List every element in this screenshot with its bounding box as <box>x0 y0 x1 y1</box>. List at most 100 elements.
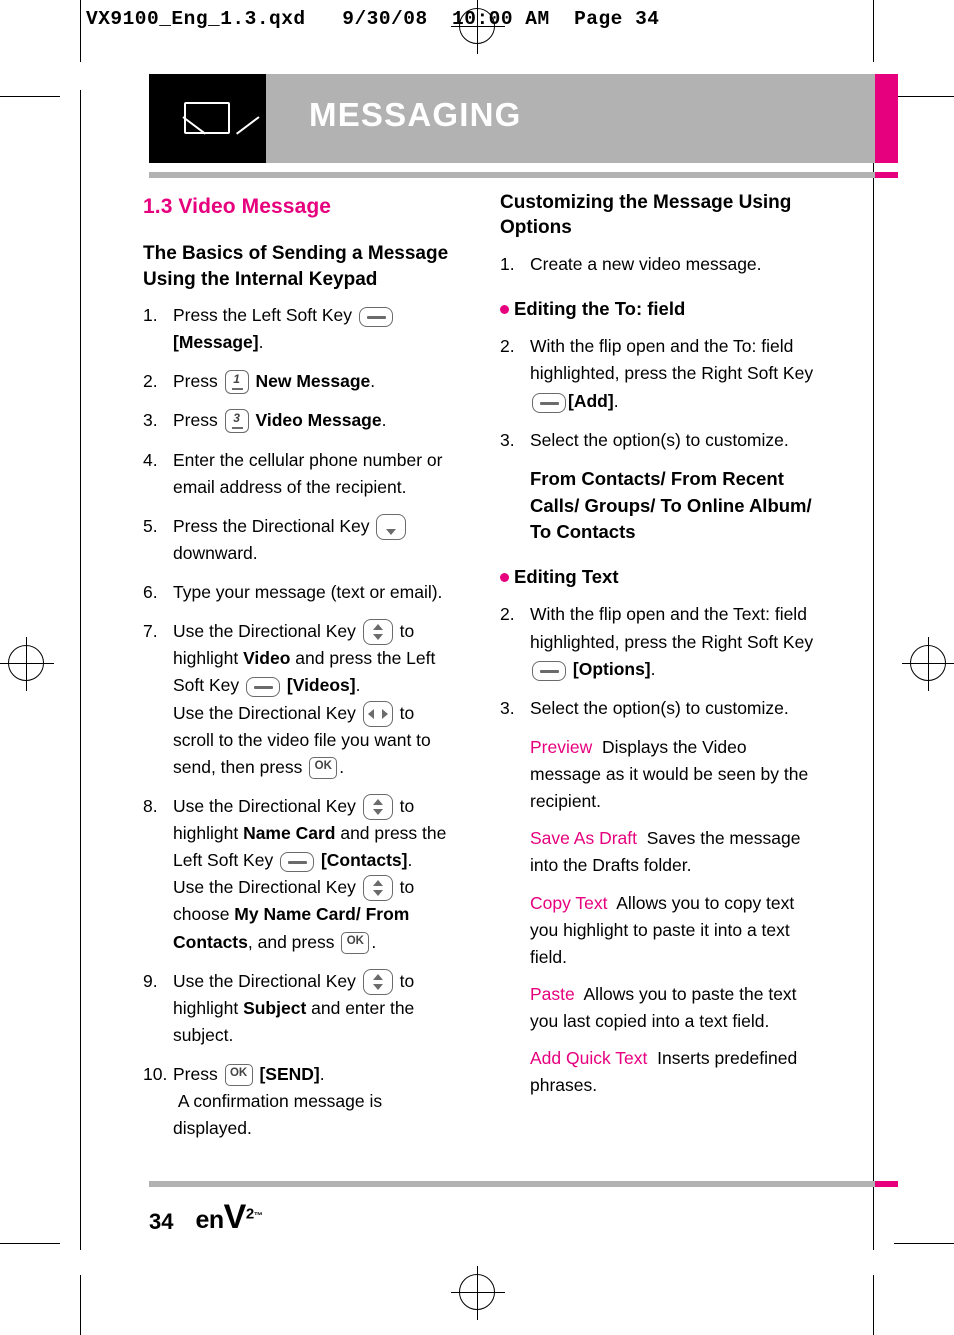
right-subsection-title: Customizing the Message Using Options <box>500 192 792 239</box>
file-info-header: VX9100_Eng_1.3.qxd 9/30/08 10:00 AM Page… <box>86 8 660 30</box>
ok-key-icon: OK <box>309 756 338 779</box>
crop-mark-bottom-left-v <box>80 1275 81 1335</box>
step-text: Enter the cellular phone number or email… <box>173 449 443 497</box>
numbered-step: 2. Press 1 New Message. <box>143 368 453 395</box>
directional-key-updown-icon <box>362 875 393 902</box>
step-text: Press 3 Video Message. <box>173 407 453 434</box>
step-text: With the flip open and the To: field hig… <box>530 336 814 413</box>
step-number: 9. <box>143 970 158 991</box>
logo-superscript: 2 <box>245 1205 254 1223</box>
directional-key-updown-icon <box>362 619 393 646</box>
number-key-3-icon: 3 <box>224 409 249 434</box>
left-soft-key-icon <box>358 307 393 328</box>
step-number: 6. <box>143 582 158 603</box>
step-number: 10. <box>143 1064 168 1085</box>
numbered-step: 9. Use the Directional Key to highlight S… <box>143 968 453 1049</box>
left-soft-key-icon <box>246 677 281 698</box>
bullet-dot-icon <box>500 573 509 583</box>
page-title: 1.3 Video Message <box>143 195 332 218</box>
numbered-step: 3. Select the option(s) to customize. <box>500 427 818 454</box>
registration-mark-left <box>0 637 54 691</box>
chapter-title: MESSAGING <box>309 96 522 133</box>
page-footer: 34 enV2™ <box>149 1196 263 1237</box>
step-text: Use the Directional Key to highlight Vid… <box>173 619 436 779</box>
directional-key-down-icon <box>376 513 407 540</box>
option-name: Preview <box>530 736 593 757</box>
step-text: Use the Directional Key to highlight Sub… <box>173 968 415 1045</box>
step-text: Select the option(s) to customize. <box>530 697 789 718</box>
numbered-step: 2. With the flip open and the To: field h… <box>500 333 818 414</box>
option-description: Save As Draft Saves the message into the… <box>530 828 801 876</box>
crop-mark-bottom-right-v <box>873 1275 874 1335</box>
left-subsection-title: The Basics of Sending a Message Using th… <box>143 243 449 290</box>
right-soft-key-icon <box>532 392 566 413</box>
env2-logo: enV2™ <box>195 1198 262 1237</box>
step-number: 4. <box>143 449 158 470</box>
option-name: Paste <box>530 983 575 1004</box>
registration-mark-right <box>902 637 954 691</box>
option-list-emphasis: From Contacts/ From Recent Calls/ Groups… <box>530 467 812 543</box>
step-number: 1. <box>143 305 158 326</box>
step-number: 2. <box>500 604 515 625</box>
manual-page: VX9100_Eng_1.3.qxd 9/30/08 10:00 AM Page… <box>0 0 954 1335</box>
numbered-step: 3. Press 3 Video Message. <box>143 407 453 434</box>
step-text: Press OK [SEND]. A confirmation message … <box>173 1064 383 1139</box>
crop-mark-left-edge-v <box>80 90 81 1250</box>
step-text: Press the Left Soft Key [Message]. <box>173 302 453 356</box>
option-description: Copy Text Allows you to copy text you hi… <box>530 892 795 967</box>
bullet-heading: Editing Text <box>500 562 818 591</box>
step-text: Press the Directional Key downward. <box>173 513 453 567</box>
bullet-label: Editing Text <box>514 566 619 588</box>
directional-key-updown-icon <box>362 793 393 820</box>
numbered-step: 2. With the flip open and the Text: field… <box>500 601 818 682</box>
crop-mark-left-top-h <box>0 96 60 97</box>
envelope-icon <box>182 102 260 135</box>
right-soft-key-icon <box>532 660 566 681</box>
option-description: Add Quick Text Inserts predefined phrase… <box>530 1048 798 1096</box>
step-text: Select the option(s) to customize. <box>530 429 789 450</box>
numbered-step: 10. Press OK [SEND]. A confirmation messa… <box>143 1061 453 1142</box>
step-number: 2. <box>500 336 515 357</box>
step-text: Press 1 New Message. <box>173 368 453 395</box>
numbered-step: 4. Enter the cellular phone number or ema… <box>143 447 453 501</box>
directional-key-leftright-icon <box>362 700 393 727</box>
crop-mark-right-bottom-h <box>894 1243 954 1244</box>
step-number: 3. <box>143 410 158 431</box>
bullet-heading: Editing the To: field <box>500 294 818 323</box>
crop-mark-right-edge-v <box>873 90 874 1250</box>
crop-mark-top-right-v <box>873 0 874 62</box>
step-number: 7. <box>143 621 158 642</box>
logo-trademark: ™ <box>253 1210 263 1221</box>
ok-key-icon: OK <box>224 1064 253 1087</box>
step-number: 3. <box>500 429 515 450</box>
step-number: 1. <box>500 253 515 274</box>
step-text: With the flip open and the Text: field h… <box>530 604 814 681</box>
banner-pink-tab <box>875 74 898 163</box>
step-number: 8. <box>143 795 158 816</box>
number-key-1-icon: 1 <box>224 370 249 395</box>
page-number: 34 <box>149 1209 174 1234</box>
left-steps-list: 1. Press the Left Soft Key [Message]. 2. Pr… <box>143 302 453 1142</box>
left-soft-key-icon <box>280 852 315 873</box>
footer-rule-pink <box>875 1181 898 1187</box>
numbered-step: 8. Use the Directional Key to highlight N… <box>143 793 453 956</box>
option-name: Save As Draft <box>530 828 637 849</box>
logo-prefix: en <box>195 1206 224 1234</box>
numbered-step: 1. Press the Left Soft Key [Message]. <box>143 302 453 356</box>
numbered-step: 1. Create a new video message. <box>500 251 818 278</box>
registration-mark-bottom <box>451 1266 505 1320</box>
step-text: Use the Directional Key to highlight Nam… <box>173 793 447 954</box>
option-name: Copy Text <box>530 892 608 913</box>
crop-mark-top-left-v <box>80 0 81 62</box>
option-name: Add Quick Text <box>530 1048 648 1069</box>
numbered-step: 6. Type your message (text or email). <box>143 579 453 606</box>
left-column: 1.3 Video Message The Basics of Sending … <box>143 190 453 1154</box>
logo-v: V <box>223 1198 247 1236</box>
option-description: Preview Displays the Video message as it… <box>530 736 809 812</box>
option-description: Paste Allows you to paste the text you l… <box>530 983 797 1032</box>
crop-mark-left-bottom-h <box>0 1243 60 1244</box>
numbered-step: 5. Press the Directional Key downward. <box>143 513 453 567</box>
ok-key-icon: OK <box>341 931 370 954</box>
bullet-label: Editing the To: field <box>514 298 686 320</box>
step-number: 3. <box>500 697 515 718</box>
